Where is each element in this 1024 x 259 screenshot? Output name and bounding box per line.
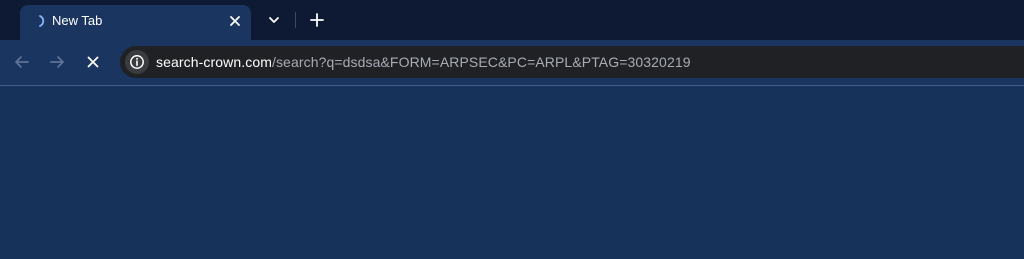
forward-button[interactable] (47, 52, 67, 72)
url-host: search-crown.com (156, 54, 272, 70)
site-info-button[interactable] (125, 50, 149, 74)
address-bar[interactable]: search-crown.com/search?q=dsdsa&FORM=ARP… (120, 46, 1024, 78)
tab-new-tab[interactable]: New Tab (20, 5, 251, 40)
back-button[interactable] (12, 52, 32, 72)
tab-search-button[interactable] (264, 10, 284, 30)
info-icon (130, 55, 144, 69)
url-path: /search?q=dsdsa&FORM=ARPSEC&PC=ARPL&PTAG… (271, 54, 691, 70)
stop-icon (87, 56, 99, 68)
close-icon (230, 16, 240, 26)
tab-strip: New Tab (0, 0, 1024, 40)
tab-separator (295, 12, 296, 28)
url-text[interactable]: search-crown.com/search?q=dsdsa&FORM=ARP… (156, 54, 691, 71)
loading-spinner-icon (35, 14, 49, 28)
browser-window: New Tab search-crown.com/search?q=dsdsa&… (0, 0, 1024, 259)
arrow-right-icon (50, 56, 64, 68)
chevron-down-icon (269, 17, 279, 23)
page-content (0, 86, 1024, 259)
arrow-left-icon (15, 56, 29, 68)
tab-close-button[interactable] (225, 11, 245, 31)
new-tab-button[interactable] (306, 9, 328, 31)
toolbar: search-crown.com/search?q=dsdsa&FORM=ARP… (0, 40, 1024, 85)
tab-title: New Tab (52, 13, 103, 28)
plus-icon (310, 13, 324, 27)
stop-loading-button[interactable] (83, 52, 103, 72)
